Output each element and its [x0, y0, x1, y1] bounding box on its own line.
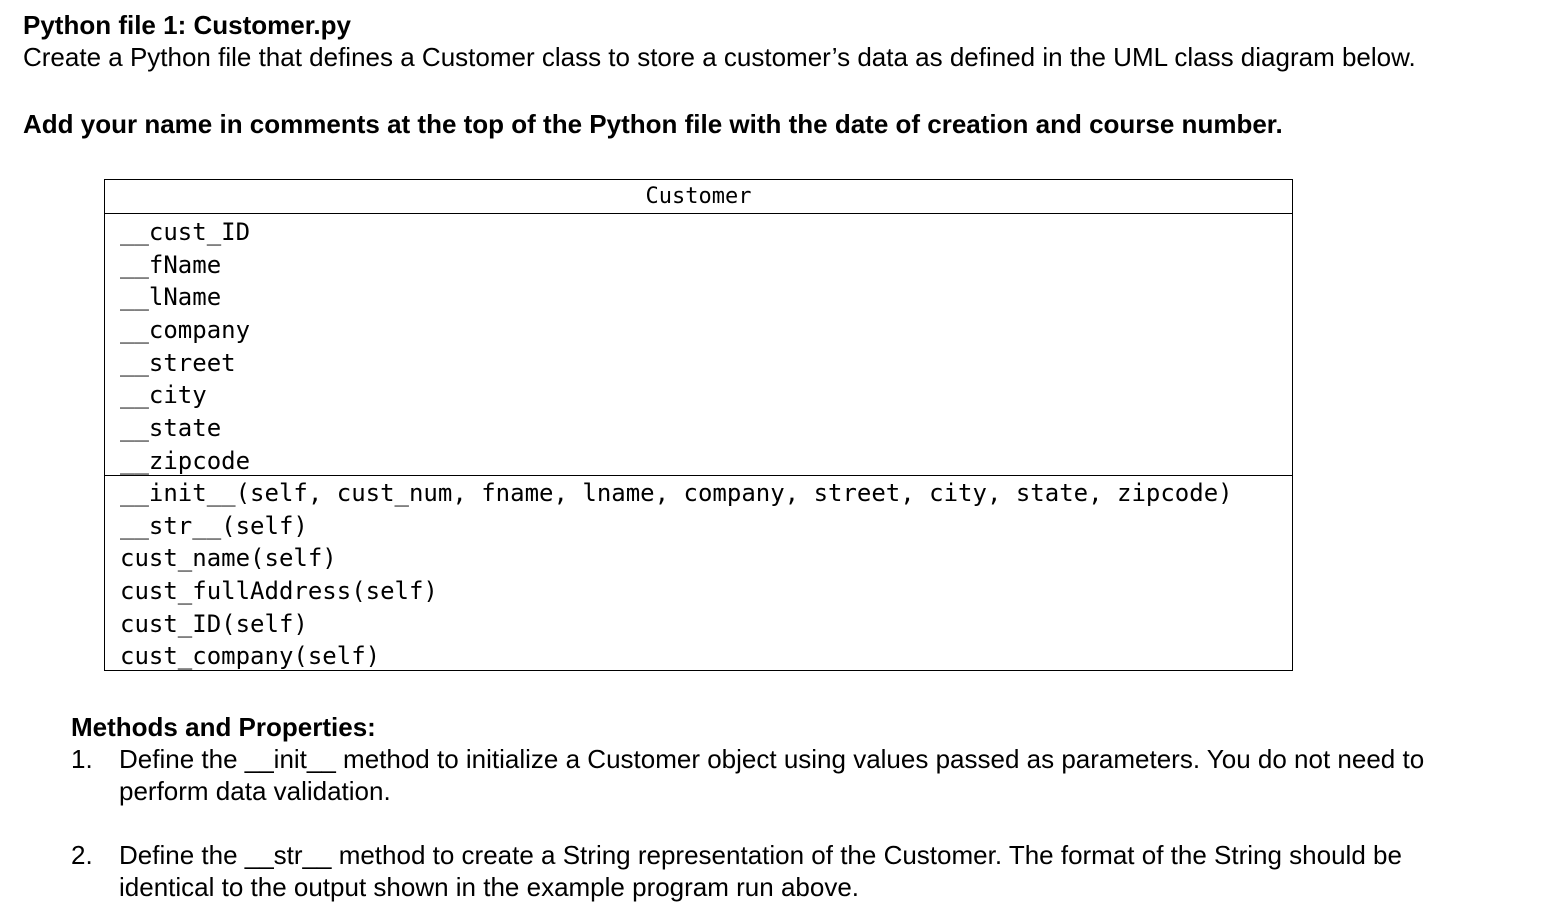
- uml-method: cust_fullAddress(self): [120, 577, 438, 606]
- uml-attributes-section: __cust_ID __fName __lName __company __st…: [105, 214, 1292, 476]
- uml-attribute: __zipcode: [120, 446, 251, 475]
- uml-attribute: __company: [120, 316, 251, 345]
- page-title: Python file 1: Customer.py: [23, 10, 351, 40]
- uml-method: cust_ID(self): [120, 609, 308, 638]
- uml-attribute: __cust_ID: [120, 218, 251, 246]
- uml-attribute: __street: [120, 348, 236, 377]
- uml-method: __init__(self, cust_num, fname, lname, c…: [120, 479, 1233, 507]
- methods-section-title: Methods and Properties:: [71, 712, 376, 742]
- uml-attribute: __fName: [120, 250, 222, 279]
- list-item-text: Define the __str__ method to create a St…: [119, 840, 1402, 902]
- uml-class-diagram: Customer __cust_ID __fName __lName __com…: [104, 179, 1293, 671]
- uml-method: cust_name(self): [120, 544, 337, 573]
- intro-paragraph: Create a Python file that defines a Cust…: [23, 42, 1416, 72]
- list-item-number: 1.: [71, 744, 93, 774]
- list-item-number: 2.: [71, 840, 93, 870]
- list-item-text: Define the __init__ method to initialize…: [119, 744, 1425, 806]
- uml-attribute: __city: [120, 381, 207, 410]
- uml-method: __str__(self): [120, 511, 308, 540]
- uml-attribute: __lName: [120, 283, 222, 312]
- uml-class-name: Customer: [105, 180, 1292, 214]
- uml-method: cust_company(self): [120, 642, 381, 671]
- instruction-paragraph: Add your name in comments at the top of …: [23, 109, 1283, 139]
- uml-methods-section: __init__(self, cust_num, fname, lname, c…: [105, 476, 1292, 673]
- uml-attribute: __state: [120, 414, 222, 443]
